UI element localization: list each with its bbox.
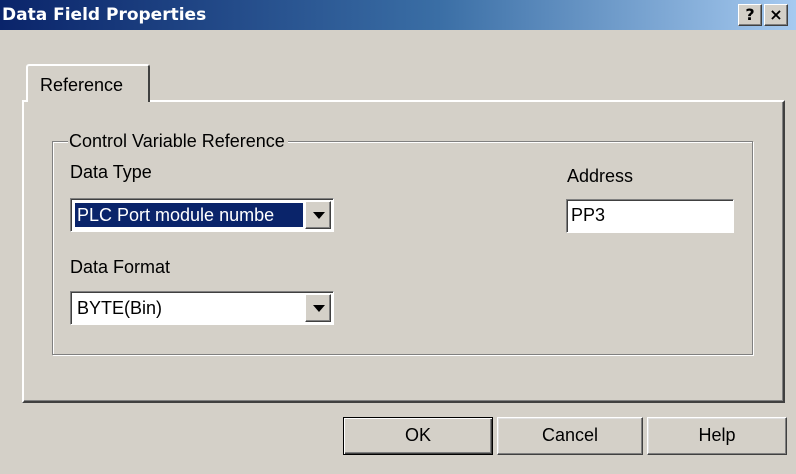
tab-reference[interactable]: Reference [26, 64, 150, 102]
help-button[interactable]: Help [647, 417, 787, 455]
tab-reference-label: Reference [40, 75, 124, 95]
data-format-value: BYTE(Bin) [77, 298, 163, 318]
ok-button[interactable]: OK [343, 417, 493, 455]
cancel-button[interactable]: Cancel [497, 417, 643, 455]
title-bar[interactable]: Data Field Properties ? × [0, 0, 796, 30]
address-input[interactable]: PP3 [566, 199, 734, 233]
address-value: PP3 [571, 205, 606, 225]
data-format-dropdown-button[interactable] [305, 294, 331, 322]
data-format-combo[interactable]: BYTE(Bin) [70, 291, 334, 325]
question-mark-icon: ? [745, 5, 755, 24]
close-button[interactable]: × [764, 4, 788, 26]
data-type-value: PLC Port module numbe [75, 203, 303, 227]
data-type-combo[interactable]: PLC Port module numbe [70, 198, 334, 232]
window-title: Data Field Properties [2, 5, 207, 25]
help-title-button[interactable]: ? [738, 4, 762, 26]
data-type-label: Data Type [70, 162, 152, 182]
address-label: Address [567, 166, 634, 186]
data-format-label: Data Format [70, 257, 171, 277]
group-legend: Control Variable Reference [68, 131, 288, 152]
data-type-dropdown-button[interactable] [305, 201, 331, 229]
close-icon: × [769, 5, 783, 24]
